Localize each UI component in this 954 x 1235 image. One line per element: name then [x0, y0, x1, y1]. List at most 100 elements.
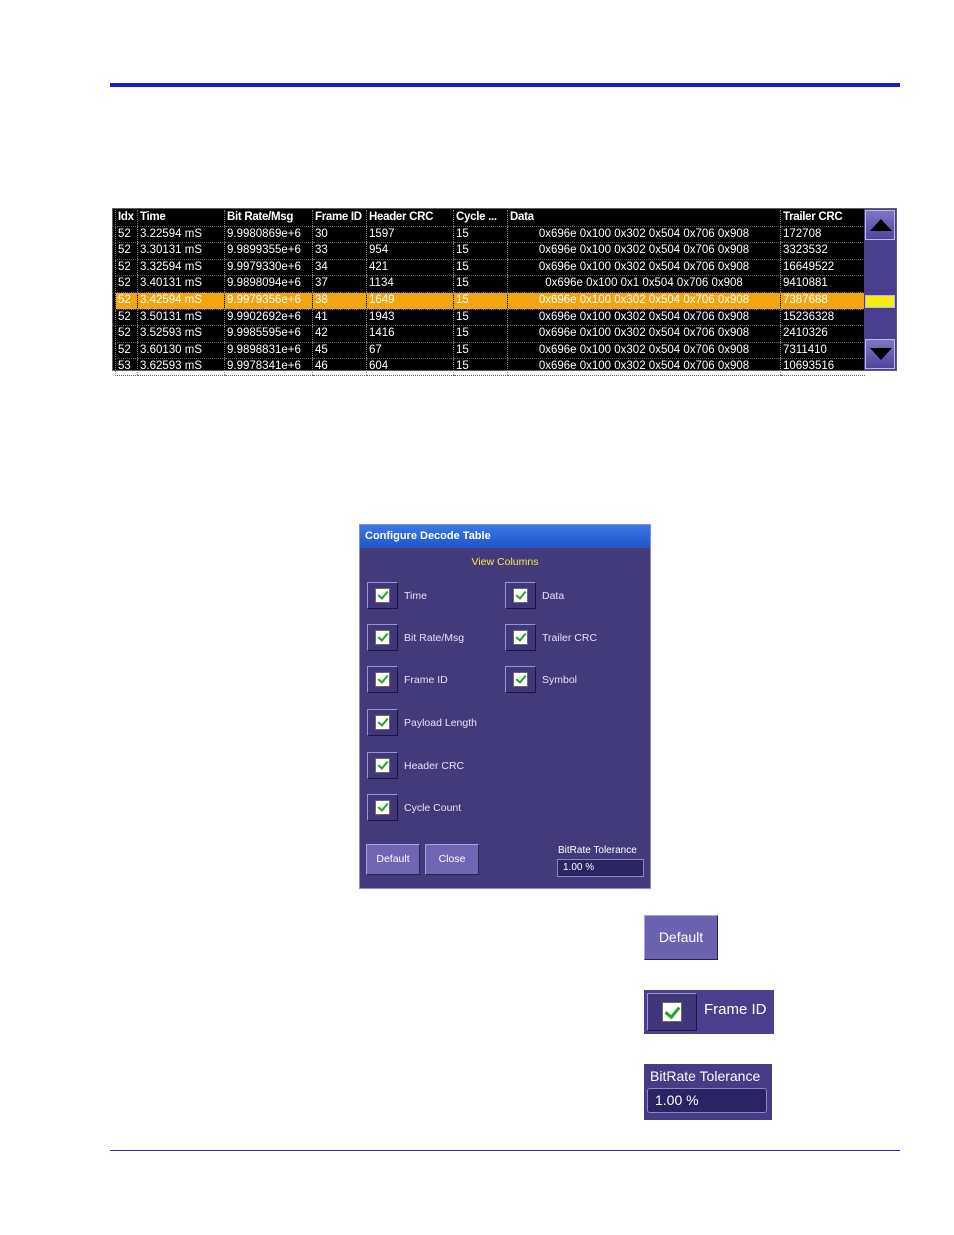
table-cell: 9.9899355e+6 [224, 242, 313, 260]
bitrate-tolerance-callout-input[interactable]: 1.00 % [647, 1088, 767, 1113]
table-cell: 15 [453, 275, 508, 293]
arrow-down-icon [870, 348, 892, 360]
table-cell: 0x696e 0x100 0x302 0x504 0x706 0x908 [507, 226, 781, 244]
column-header[interactable]: Cycle ... [453, 210, 508, 227]
table-cell: 0x696e 0x100 0x302 0x504 0x706 0x908 [507, 242, 781, 260]
column-header[interactable]: Frame ID [312, 210, 367, 227]
table-cell: 7311410 [780, 342, 865, 360]
table-cell: 0x696e 0x100 0x302 0x504 0x706 0x908 [507, 325, 781, 343]
table-cell: 15 [453, 242, 508, 260]
table-cell: 34 [312, 259, 367, 277]
column-header[interactable]: Trailer CRC [780, 210, 865, 227]
table-cell: 30 [312, 226, 367, 244]
checkbox-time-label: Time [404, 589, 427, 602]
table-cell: 52 [115, 242, 138, 260]
table-cell: 52 [115, 259, 138, 277]
table-cell: 1597 [366, 226, 454, 244]
table-cell: 0x696e 0x100 0x302 0x504 0x706 0x908 [507, 292, 781, 310]
checkbox-time[interactable]: Time [367, 582, 427, 609]
table-row[interactable]: 52 3.60130 mS 9.9898831e+6 45 67 15 0x696e 0x1… [115, 342, 865, 360]
table-cell: 9410881 [780, 275, 865, 293]
table-cell: 15 [453, 358, 508, 376]
scroll-up-button[interactable] [865, 210, 895, 240]
table-cell: 1416 [366, 325, 454, 343]
default-button-callout[interactable]: Default [644, 915, 718, 960]
column-header[interactable]: Bit Rate/Msg [224, 210, 313, 227]
table-cell: 38 [312, 292, 367, 310]
table-cell: 3.50131 mS [137, 309, 225, 327]
check-icon [375, 758, 390, 773]
table-row[interactable]: 52 3.30131 mS 9.9899355e+6 33 954 15 0x696e 0x… [115, 242, 865, 260]
checkbox-data[interactable]: Data [505, 582, 564, 609]
view-columns-heading: View Columns [471, 556, 539, 568]
table-cell: 15 [453, 309, 508, 327]
column-header[interactable]: Header CRC [366, 210, 454, 227]
footer-rule [110, 1150, 900, 1151]
table-cell: 1134 [366, 275, 454, 293]
checkbox-frame-id[interactable]: Frame ID [367, 666, 448, 693]
frame-id-checkbox-callout[interactable]: Frame ID [644, 990, 774, 1034]
checkbox-bitrate-label: Bit Rate/Msg [404, 631, 465, 644]
column-header[interactable]: Idx [115, 210, 138, 227]
table-scrollbar[interactable] [864, 209, 896, 370]
dialog-title: Configure Decode Table [360, 525, 650, 548]
table-cell: 37 [312, 275, 367, 293]
checkbox-bitrate[interactable]: Bit Rate/Msg [367, 624, 464, 651]
default-button[interactable]: Default [366, 844, 420, 875]
table-cell: 15 [453, 226, 508, 244]
table-cell: 3.32594 mS [137, 259, 225, 277]
table-row[interactable]: 52 3.52593 mS 9.9985595e+6 42 1416 15 0x696e 0… [115, 325, 865, 343]
table-row[interactable]: 53 3.62593 mS 9.9978341e+6 46 604 15 0x696e 0x… [115, 358, 865, 376]
column-header[interactable]: Data [507, 210, 781, 227]
scroll-thumb[interactable] [865, 295, 895, 308]
table-cell: 3323532 [780, 242, 865, 260]
checkbox-cycle-count-label: Cycle Count [404, 801, 462, 814]
table-cell: 15236328 [780, 309, 865, 327]
scroll-down-button[interactable] [865, 339, 895, 369]
checkbox-frame-id-label: Frame ID [404, 673, 448, 686]
table-cell: 52 [115, 309, 138, 327]
table-cell: 53 [115, 358, 138, 376]
table-cell: 0x696e 0x100 0x1 0x504 0x706 0x908 [507, 275, 781, 293]
table-cell: 52 [115, 226, 138, 244]
decode-table: Idx Time Bit Rate/Msg Frame ID Header CRC Cyc… [112, 208, 897, 376]
table-cell: 9.9979330e+6 [224, 259, 313, 277]
table-cell: 3.30131 mS [137, 242, 225, 260]
table-row[interactable]: 52 3.40131 mS 9.9898094e+6 37 1134 15 0x696e 0… [115, 275, 865, 293]
table-cell: 0x696e 0x100 0x302 0x504 0x706 0x908 [507, 342, 781, 360]
check-icon [375, 630, 390, 645]
table-cell: 41 [312, 309, 367, 327]
checkbox-header-crc-label: Header CRC [404, 759, 465, 772]
check-icon [513, 672, 528, 687]
checkbox-payload-length[interactable]: Payload Length [367, 709, 477, 736]
close-button[interactable]: Close [425, 844, 479, 875]
table-row[interactable]: 52 3.32594 mS 9.9979330e+6 34 421 15 0x696e 0x… [115, 259, 865, 277]
table-cell: 2410326 [780, 325, 865, 343]
bitrate-tolerance-label: BitRate Tolerance [558, 845, 637, 856]
checkbox-cycle-count[interactable]: Cycle Count [367, 794, 461, 821]
table-cell: 604 [366, 358, 454, 376]
table-row[interactable]: 52 3.22594 mS 9.9980869e+6 30 1597 15 0x696e 0… [115, 226, 865, 244]
check-icon [375, 715, 390, 730]
table-row[interactable]: 52 3.50131 mS 9.9902692e+6 41 1943 15 0x696e 0… [115, 309, 865, 327]
checkbox-symbol[interactable]: Symbol [505, 666, 577, 693]
table-cell: 46 [312, 358, 367, 376]
table-cell: 9.9898094e+6 [224, 275, 313, 293]
frame-id-callout-label: Frame ID [704, 1001, 767, 1018]
table-cell: 0x696e 0x100 0x302 0x504 0x706 0x908 [507, 309, 781, 327]
table-cell: 3.62593 mS [137, 358, 225, 376]
header-rule [110, 83, 900, 87]
table-cell: 10693516 [780, 358, 865, 376]
checkbox-header-crc[interactable]: Header CRC [367, 752, 464, 779]
table-cell: 3.60130 mS [137, 342, 225, 360]
check-icon [662, 1002, 682, 1022]
table-cell: 421 [366, 259, 454, 277]
table-cell: 33 [312, 242, 367, 260]
table-row[interactable]: 52 3.42594 mS 9.9979356e+6 38 1649 15 0x696e 0… [115, 292, 865, 310]
bitrate-tolerance-input[interactable]: 1.00 % [557, 859, 644, 877]
table-cell: 3.52593 mS [137, 325, 225, 343]
column-header[interactable]: Time [137, 210, 225, 227]
checkbox-trailer-crc[interactable]: Trailer CRC [505, 624, 597, 651]
table-cell: 15 [453, 292, 508, 310]
table-cell: 3.22594 mS [137, 226, 225, 244]
